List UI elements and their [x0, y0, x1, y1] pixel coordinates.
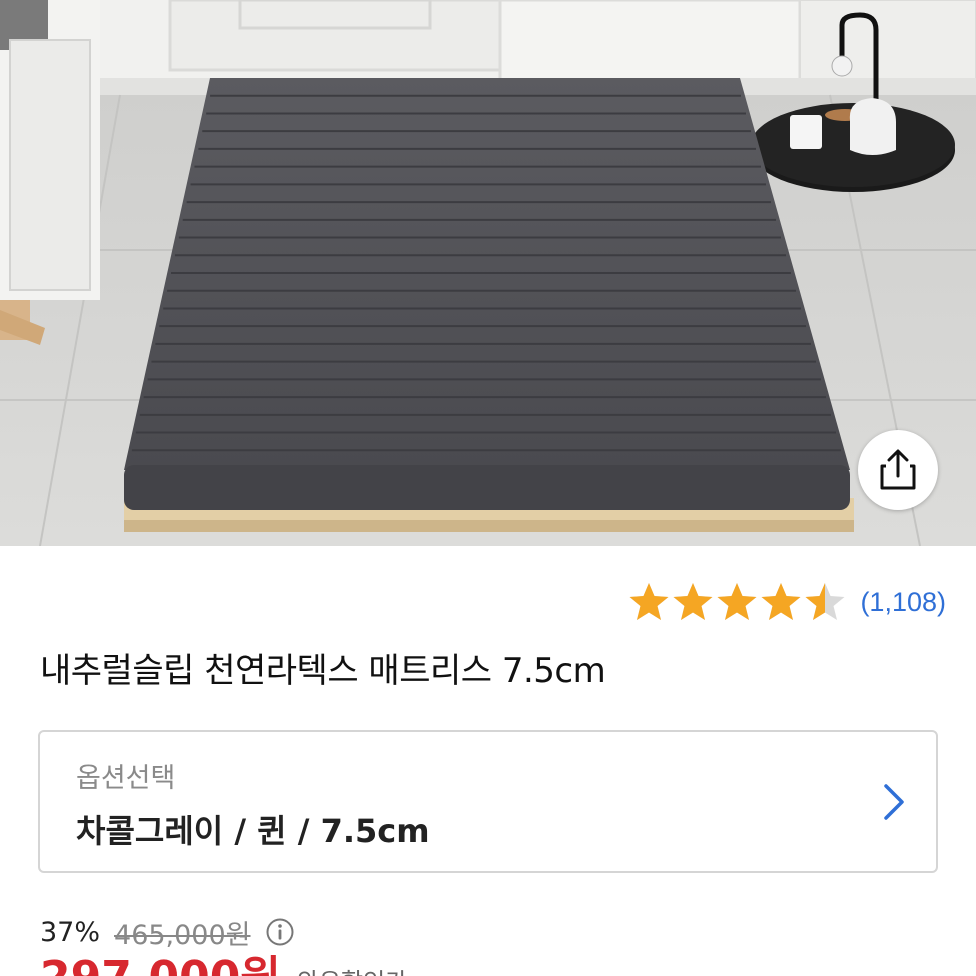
original-price: 465,000원 — [114, 919, 251, 951]
star-icon — [717, 583, 757, 620]
review-count[interactable]: (1,108) — [860, 587, 946, 618]
product-title: 내추럴슬립 천연라텍스 매트리스 7.5cm — [40, 651, 606, 691]
option-value: 차콜그레이 / 퀸 / 7.5cm — [76, 812, 430, 850]
star-icon — [629, 583, 669, 620]
sale-price-note: 와우할인가 — [297, 956, 407, 976]
option-label: 옵션선택 — [76, 763, 176, 794]
option-select[interactable]: 옵션선택 차콜그레이 / 퀸 / 7.5cm — [38, 730, 938, 873]
star-icon — [673, 583, 713, 620]
price-row: 37% 465,000원 — [40, 910, 295, 954]
star-icon — [761, 583, 801, 620]
star-icon — [805, 583, 845, 620]
chevron-right-icon — [884, 784, 904, 820]
mattress-photo — [0, 0, 976, 546]
share-button[interactable] — [858, 430, 938, 510]
share-icon — [880, 449, 916, 490]
star-rating — [628, 581, 846, 623]
sale-price: 297,000원 — [40, 956, 281, 976]
rating[interactable]: (1,108) — [628, 580, 946, 624]
info-icon[interactable] — [265, 917, 295, 947]
discount-rate: 37% — [40, 916, 101, 948]
sale-price-row: 297,000원 와우할인가 — [40, 956, 407, 976]
product-image[interactable] — [0, 0, 976, 546]
